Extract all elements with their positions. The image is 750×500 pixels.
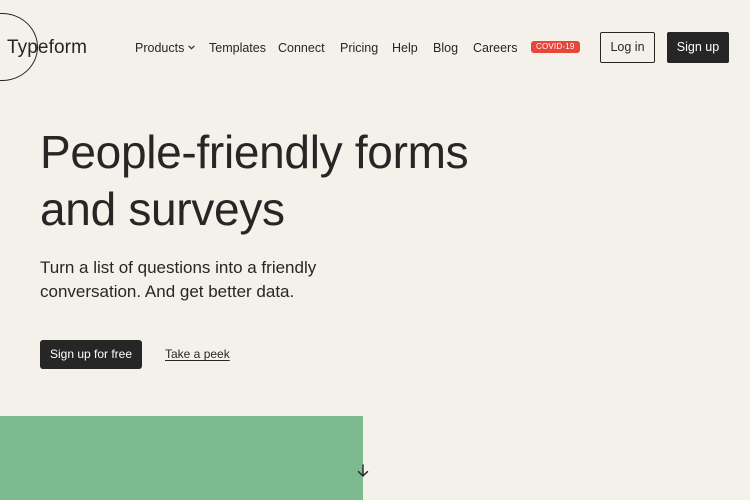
nav-connect[interactable]: Connect [278, 39, 325, 57]
signup-free-button[interactable]: Sign up for free [40, 340, 142, 369]
chevron-down-icon [188, 45, 196, 50]
login-button[interactable]: Log in [600, 32, 655, 63]
take-a-peek-link[interactable]: Take a peek [165, 346, 230, 362]
hero-title-line-1: People-friendly forms [40, 126, 469, 178]
nav-pricing[interactable]: Pricing [340, 39, 378, 57]
nav-templates[interactable]: Templates [209, 39, 266, 57]
nav-products-label: Products [135, 41, 185, 55]
nav-careers[interactable]: Careers [473, 39, 517, 57]
logo[interactable]: Typeform [0, 0, 100, 90]
arrow-down-icon[interactable] [355, 463, 371, 479]
covid-badge[interactable]: COVID-19 [531, 41, 580, 53]
nav-blog[interactable]: Blog [433, 39, 458, 57]
hero-title-line-2: and surveys [40, 183, 285, 235]
logo-text: Typeform [7, 37, 87, 58]
hero-subtitle-line-1: Turn a list of questions into a friendly [40, 258, 317, 277]
nav-help[interactable]: Help [392, 39, 418, 57]
hero-title: People-friendly forms and surveys [40, 124, 560, 238]
feature-panel [0, 416, 363, 500]
hero-subtitle-line-2: conversation. And get better data. [40, 282, 295, 301]
hero-subtitle: Turn a list of questions into a friendly… [40, 256, 360, 304]
signup-button[interactable]: Sign up [667, 32, 729, 63]
nav-products[interactable]: Products [135, 39, 196, 57]
